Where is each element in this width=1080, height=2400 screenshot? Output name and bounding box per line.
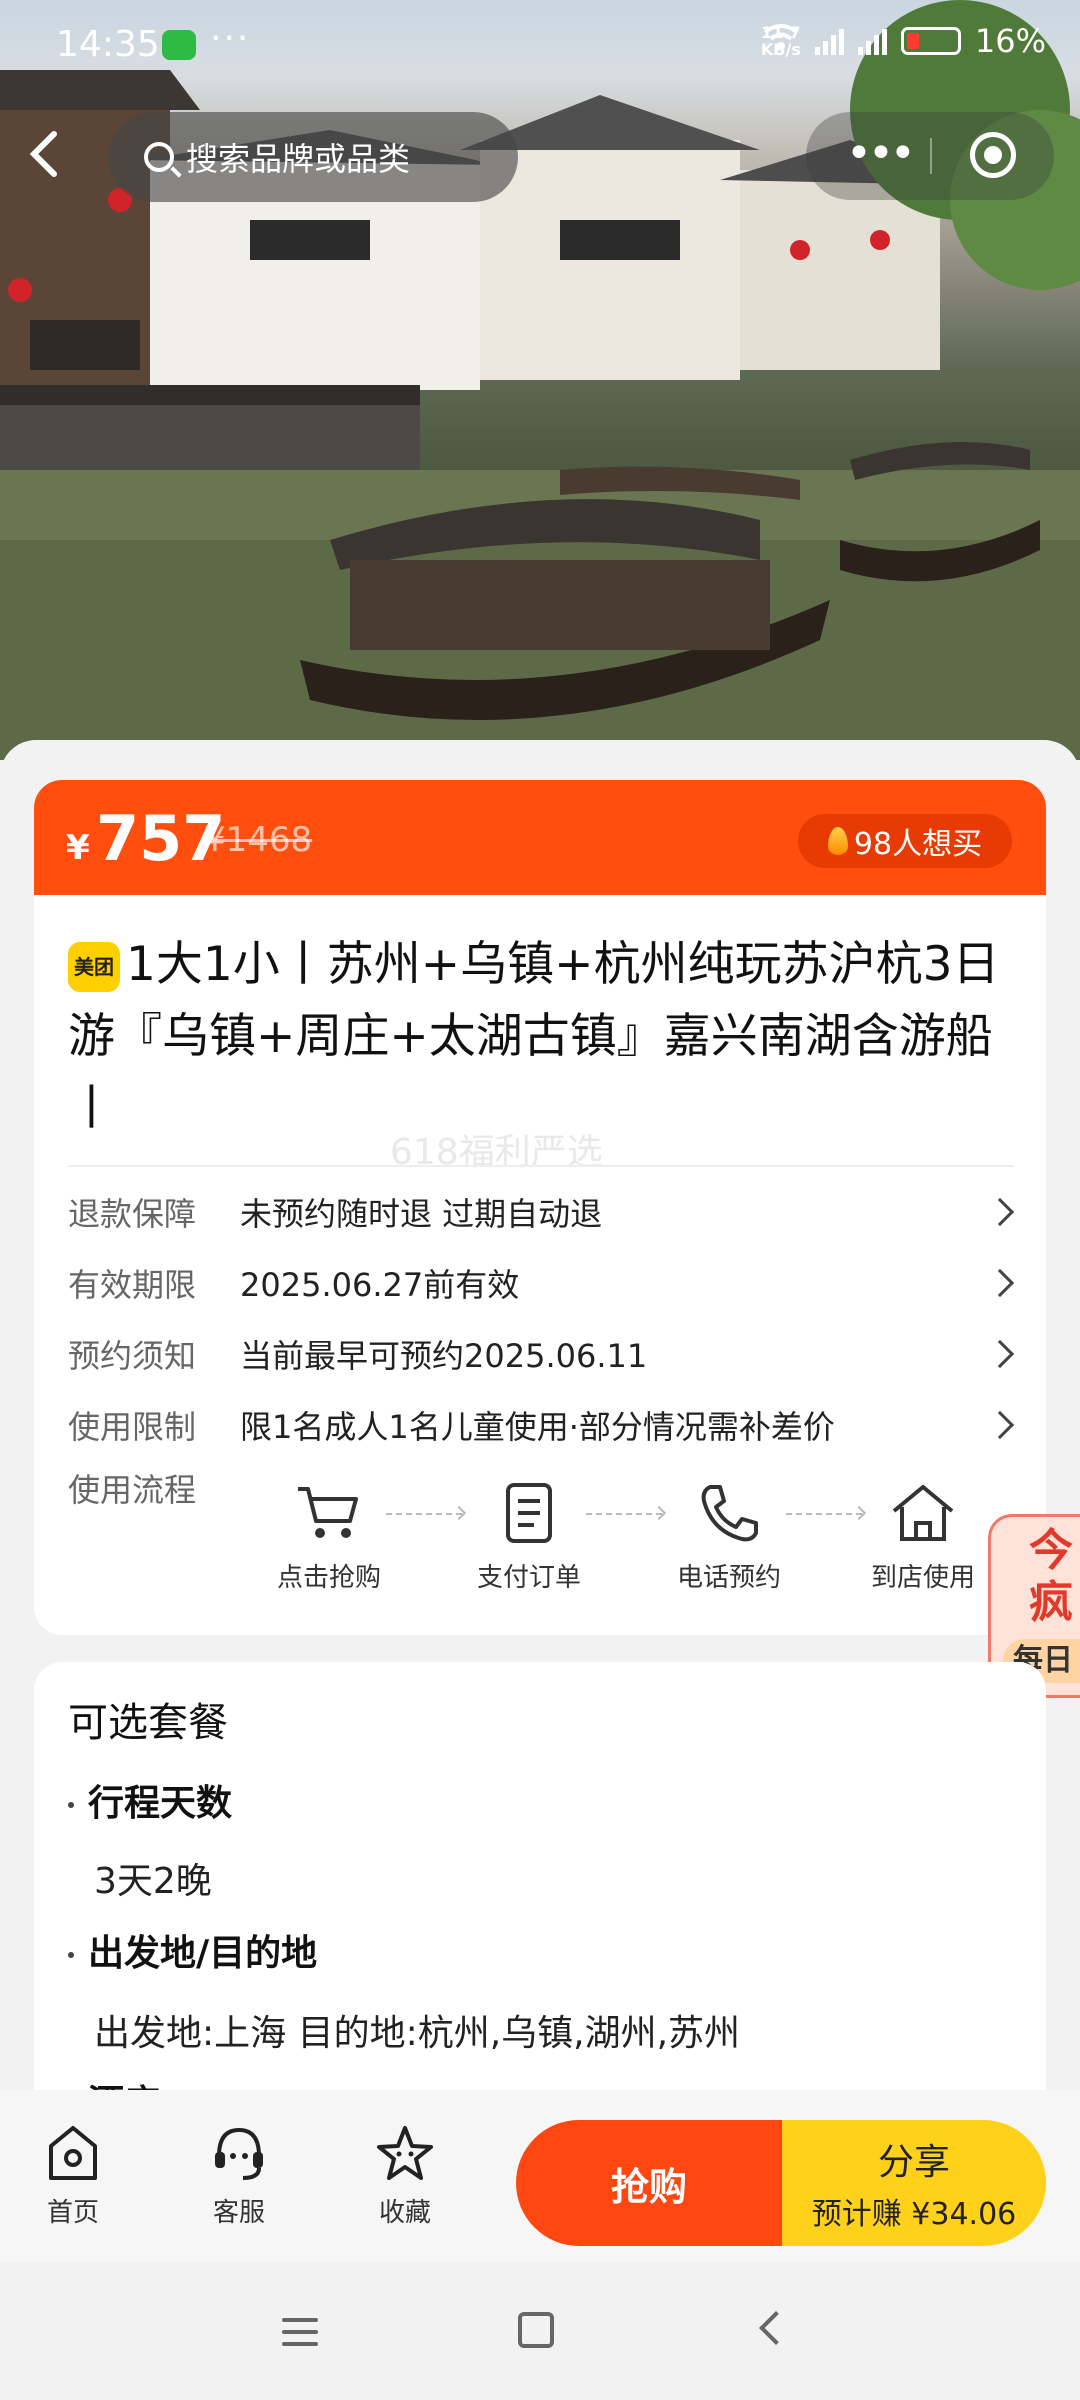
order-icon [506,1483,552,1543]
package-section-heading: 行程天数 [68,1774,232,1826]
product-detail-card: 美团 1大1小丨苏州+乌镇+杭州纯玩苏沪杭3日游『乌镇+周庄+太湖古镇』嘉兴南湖含… [34,895,1046,1635]
signal-icon-2 [857,27,887,55]
package-options-card: 可选套餐 行程天数 3天2晚 出发地/目的地 出发地:上海 目的地:杭州,乌镇,… [34,1662,1046,2092]
status-bar: 14:35 ··· 11.7 KB/s 16% [0,0,1080,90]
flow-arrow [386,1513,462,1515]
flow-step-pay: 支付订单 [454,1481,604,1594]
watermark-text: 618福利严选 [390,1132,603,1173]
meituan-badge: 美团 [68,942,120,992]
flow-step-store: 到店使用 [848,1481,998,1594]
share-label: 分享 [877,2142,950,2183]
search-placeholder: 搜索品牌或品类 [186,140,411,178]
chevron-right-icon [985,1268,1015,1298]
flow-step-call: 电话预约 [654,1481,804,1594]
wifi-icon [763,24,799,50]
chevron-right-icon [985,1410,1015,1440]
chevron-right-icon [985,1339,1015,1369]
headset-icon [215,2127,263,2180]
info-row-booking[interactable]: 预约须知 当前最早可预约2025.06.11 [68,1329,1018,1379]
capsule-divider [930,138,932,174]
status-more-dots: ··· [210,18,251,59]
currency-symbol: ¥ [66,828,90,868]
target-icon[interactable] [970,132,1016,178]
purchase-button-group: 抢购 分享 预计赚 ¥34.06 [516,2120,1046,2246]
star-icon [377,2126,433,2180]
status-indicators: 11.7 KB/s 16% [761,22,1046,60]
bullet [68,1802,74,1808]
info-value: 当前最早可预约2025.06.11 [240,1337,648,1375]
info-key: 预约须知 [68,1337,197,1375]
bottom-action-bar: 首页 客服 收藏 抢购 分享 预计赚 ¥34.06 [0,2090,1080,2262]
battery-icon [900,27,961,55]
info-row-validity[interactable]: 有效期限 2025.06.27前有效 [68,1258,1018,1308]
flow-step-buy: 点击抢购 [254,1481,404,1594]
product-title: 美团 1大1小丨苏州+乌镇+杭州纯玩苏沪杭3日游『乌镇+周庄+太湖古镇』嘉兴南湖含… [68,929,1028,1145]
share-button[interactable]: 分享 预计赚 ¥34.06 [782,2120,1046,2246]
search-icon [144,142,174,172]
favorite-label: 收藏 [378,2198,431,2228]
search-input[interactable]: 搜索品牌或品类 [108,112,518,202]
home-label: 首页 [46,2198,99,2228]
product-title-text: 1大1小丨苏州+乌镇+杭州纯玩苏沪杭3日游『乌镇+周庄+太湖古镇』嘉兴南湖含游船… [68,937,1000,1136]
original-price: ¥1468 [204,820,313,860]
battery-level: 16% [974,22,1046,60]
flow-step-label: 电话预约 [676,1563,781,1593]
customer-service-button[interactable]: 客服 [184,2122,294,2229]
home-button[interactable]: 首页 [18,2122,128,2229]
service-label: 客服 [212,2198,265,2228]
info-value: 未预约随时退 过期自动退 [240,1195,603,1233]
want-count-badge: 98人想买 [798,814,1012,868]
cart-icon [298,1487,358,1538]
hero-image: 14:35 ··· 11.7 KB/s 16% 搜索品牌或品类 ••• [0,0,1080,760]
recent-apps-button[interactable] [282,2318,318,2354]
divider [68,1165,1014,1167]
status-time: 14:35 [56,24,160,65]
system-navigation-bar [0,2262,1080,2400]
usage-flow-label: 使用流程 [68,1471,197,1509]
store-home-icon [892,1485,954,1541]
promo-text-2: 疯 [1029,1577,1073,1628]
phone-icon [701,1485,758,1542]
chevron-right-icon [985,1197,1015,1227]
bullet [68,1952,74,1958]
want-count-text: 98人想买 [853,827,983,862]
package-section-value: 3天2晚 [94,1861,212,1902]
home-system-button[interactable] [518,2312,554,2348]
info-key: 退款保障 [68,1195,197,1233]
flow-step-label: 点击抢购 [276,1563,381,1593]
info-value: 2025.06.27前有效 [240,1266,520,1304]
signal-icon [814,27,844,55]
info-row-refund[interactable]: 退款保障 未预约随时退 过期自动退 [68,1187,1018,1237]
buy-now-button[interactable]: 抢购 [516,2120,782,2246]
info-row-restriction[interactable]: 使用限制 限1名成人1名儿童使用·部分情况需补差价 [68,1400,1018,1450]
info-key: 有效期限 [68,1266,197,1304]
more-icon[interactable]: ••• [846,128,916,179]
estimated-earning: 预计赚 ¥34.06 [811,2197,1017,2232]
wechat-icon [162,30,196,60]
price-banner: ¥ 757 ¥1468 98人想买 [34,780,1046,898]
back-button[interactable] [24,126,84,186]
back-system-button[interactable] [759,2311,793,2345]
flow-arrow [586,1513,662,1515]
flow-step-label: 到店使用 [870,1563,975,1593]
flame-icon [827,827,848,855]
info-key: 使用限制 [68,1408,197,1446]
home-icon [49,2126,97,2180]
package-section-value: 出发地:上海 目的地:杭州,乌镇,湖州,苏州 [94,2013,741,2054]
promo-text-1: 今 [1029,1525,1073,1576]
back-icon [29,131,57,177]
mini-program-capsule: ••• [806,112,1054,200]
package-section-heading: 出发地/目的地 [68,1924,317,1976]
info-value: 限1名成人1名儿童使用·部分情况需补差价 [240,1408,835,1446]
package-title: 可选套餐 [68,1700,228,1746]
flow-step-label: 支付订单 [476,1563,581,1593]
favorite-button[interactable]: 收藏 [350,2122,460,2229]
